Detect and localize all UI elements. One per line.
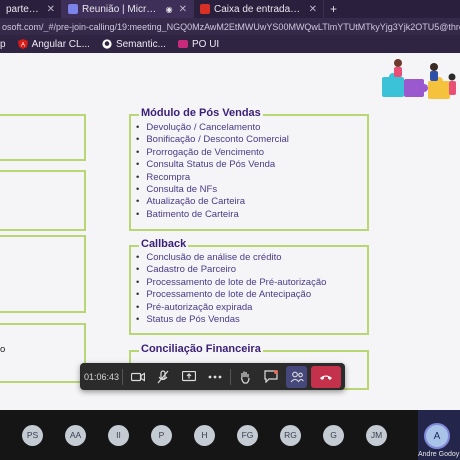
chat-button[interactable] bbox=[260, 366, 282, 388]
list-item: Batimento de Carteira bbox=[136, 209, 289, 221]
participants-button[interactable] bbox=[285, 365, 308, 388]
self-avatar: A bbox=[424, 423, 450, 449]
raise-hand-button[interactable] bbox=[235, 366, 257, 388]
avatar[interactable]: FG bbox=[237, 424, 258, 446]
section-title-callback: Callback bbox=[139, 238, 189, 250]
shared-slide: o Módulo de Pós Vendas Devolução / Cance… bbox=[0, 53, 460, 410]
list-item: Status de Pós Vendas bbox=[136, 314, 326, 326]
list-item: Consulta de NFs bbox=[136, 184, 289, 196]
share-screen-icon bbox=[182, 370, 197, 381]
bookmark-label: p bbox=[0, 38, 6, 50]
people-icon bbox=[290, 371, 304, 382]
tab-reuniao[interactable]: Reunião | Microsoft ◉ ✕ bbox=[62, 0, 194, 18]
leave-call-button[interactable] bbox=[311, 365, 341, 388]
list-item: Processamento de lote de Pré-autorização bbox=[136, 277, 326, 289]
close-icon[interactable]: ✕ bbox=[47, 4, 55, 15]
self-name: Andre Godoy bbox=[418, 451, 460, 458]
angular-icon: A bbox=[17, 39, 28, 49]
audio-playing-icon: ◉ bbox=[165, 4, 173, 14]
list-item: Processamento de lote de Antecipação bbox=[136, 289, 326, 301]
list-item: Atualização de Carteira bbox=[136, 196, 289, 208]
close-icon[interactable]: ✕ bbox=[179, 4, 187, 15]
toolbar-divider bbox=[122, 368, 123, 385]
avatar[interactable]: PS bbox=[22, 424, 43, 446]
section-list-callback: Conclusão de análise de crédito Cadastro… bbox=[136, 252, 326, 326]
camera-button[interactable] bbox=[127, 366, 149, 388]
bookmark-semantic[interactable]: Semantic... bbox=[102, 39, 166, 50]
section-title-pos-vendas: Módulo de Pós Vendas bbox=[139, 107, 263, 119]
address-bar[interactable]: osoft.com/_#/pre-join-calling/19:meeting… bbox=[0, 18, 460, 35]
bookmark-label: PO UI bbox=[191, 38, 220, 50]
tab-title: parte 4: lapid bbox=[6, 3, 41, 15]
list-item: Prorrogação de Vencimento bbox=[136, 147, 289, 159]
list-item: Recompra bbox=[136, 172, 289, 184]
github-icon bbox=[102, 39, 112, 49]
avatar[interactable]: AA bbox=[65, 424, 86, 446]
puzzle-illustration bbox=[382, 59, 456, 99]
bookmark-angular[interactable]: A Angular CL... bbox=[17, 38, 90, 50]
list-item: Pré-autorização expirada bbox=[136, 302, 326, 314]
meeting-toolbar: 01:06:43 bbox=[80, 363, 345, 390]
close-icon[interactable]: ✕ bbox=[309, 4, 317, 15]
chat-icon bbox=[264, 370, 278, 383]
list-item: Conclusão de análise de crédito bbox=[136, 252, 326, 264]
list-item: Cadastro de Parceiro bbox=[136, 264, 326, 276]
microphone-button[interactable] bbox=[153, 366, 175, 388]
camera-icon bbox=[130, 372, 145, 381]
new-tab-button[interactable]: + bbox=[324, 0, 343, 18]
left-box-1 bbox=[0, 114, 86, 161]
more-icon bbox=[208, 375, 222, 378]
bookmark-label: Semantic... bbox=[115, 38, 166, 50]
hang-up-icon bbox=[320, 375, 333, 380]
avatar[interactable]: H bbox=[194, 424, 215, 446]
mic-off-icon bbox=[157, 369, 169, 383]
tab-caixa-de-entrada[interactable]: Caixa de entrada - vid ✕ bbox=[194, 0, 324, 18]
tab-parte-4[interactable]: parte 4: lapid ✕ bbox=[0, 0, 62, 18]
bookmark-p[interactable]: p bbox=[0, 39, 6, 50]
left-box-2 bbox=[0, 170, 86, 231]
list-item: Bonificação / Desconto Comercial bbox=[136, 134, 289, 146]
avatar[interactable]: RG bbox=[280, 424, 301, 446]
participants-strip: PS AA II P H FG RG G JM bbox=[0, 410, 460, 460]
left-box-4 bbox=[0, 323, 86, 383]
tab-title: Caixa de entrada - vid bbox=[214, 3, 303, 15]
teams-icon bbox=[68, 4, 78, 14]
share-screen-button[interactable] bbox=[178, 366, 200, 388]
avatar[interactable]: P bbox=[151, 424, 172, 446]
list-item: Devolução / Cancelamento bbox=[136, 122, 289, 134]
avatar[interactable]: G bbox=[323, 424, 344, 446]
bookmarks-bar: p A Angular CL... Semantic... PO UI bbox=[0, 35, 460, 53]
toolbar-divider bbox=[229, 368, 231, 385]
svg-text:A: A bbox=[21, 43, 25, 49]
more-options-button[interactable] bbox=[204, 366, 226, 388]
raise-hand-icon bbox=[241, 371, 250, 384]
po-ui-icon bbox=[177, 40, 188, 48]
section-title-conciliacao: Conciliação Financeira bbox=[139, 343, 263, 355]
browser-tab-bar: parte 4: lapid ✕ Reunião | Microsoft ◉ ✕… bbox=[0, 0, 460, 18]
avatar[interactable]: II bbox=[108, 424, 129, 446]
section-list-pos-vendas: Devolução / Cancelamento Bonificação / D… bbox=[136, 122, 289, 221]
list-item: Consulta Status de Pós Venda bbox=[136, 159, 289, 171]
left-fragment-text: o bbox=[0, 344, 6, 355]
avatar[interactable]: JM bbox=[366, 424, 387, 446]
bookmark-po-ui[interactable]: PO UI bbox=[177, 38, 220, 50]
self-video-tile[interactable]: A Andre Godoy bbox=[418, 410, 460, 460]
tab-title: Reunião | Microsoft bbox=[82, 3, 162, 15]
url-text[interactable]: osoft.com/_#/pre-join-calling/19:meeting… bbox=[2, 22, 460, 32]
gmail-icon bbox=[200, 4, 210, 14]
left-box-3 bbox=[0, 235, 86, 313]
call-timer: 01:06:43 bbox=[84, 371, 120, 382]
bookmark-label: Angular CL... bbox=[31, 38, 90, 50]
